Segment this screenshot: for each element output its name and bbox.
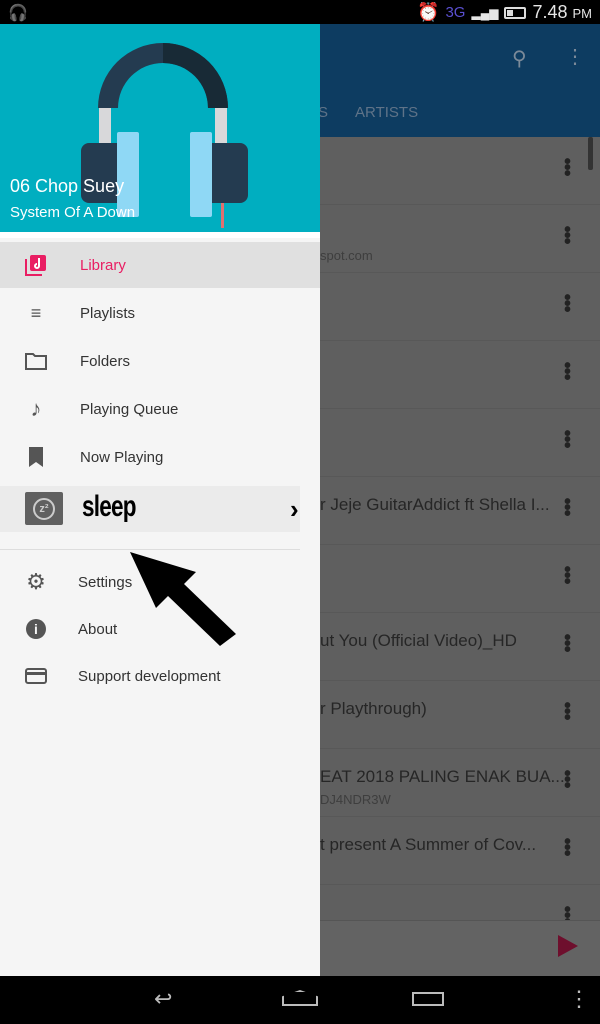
navigation-bar: ↩ ⋮ xyxy=(0,976,600,1024)
drawer-item-playing-queue[interactable]: ♪ Playing Queue xyxy=(0,386,320,432)
song-row[interactable]: ••• xyxy=(320,341,600,409)
drawer-item-label: Playing Queue xyxy=(80,400,179,418)
drawer-item-playlists[interactable]: ≡ Playlists xyxy=(0,290,320,336)
music-note-icon: ♪ xyxy=(30,396,42,421)
arrow-annotation-icon xyxy=(130,552,236,646)
chevron-right-icon[interactable]: › xyxy=(290,494,299,525)
search-icon[interactable]: ⚲ xyxy=(512,46,527,71)
song-menu-icon[interactable]: ••• xyxy=(564,152,571,184)
song-title: ut You (Official Video)_HD xyxy=(320,631,517,650)
header-divider xyxy=(0,232,320,238)
navigation-drawer: 06 Chop Suey System Of A Down Library ≡ … xyxy=(0,24,320,976)
signal-icon: ▂▄▆ xyxy=(471,5,499,20)
song-menu-icon[interactable]: ••• xyxy=(564,560,571,592)
gear-icon: ⚙ xyxy=(26,569,46,594)
more-options-icon[interactable]: ⋮ xyxy=(565,44,585,69)
song-row[interactable]: ••• xyxy=(320,545,600,613)
song-menu-icon[interactable]: ••• xyxy=(564,288,571,320)
song-title: r Jeje GuitarAddict ft Shella I... xyxy=(320,495,550,514)
sleep-icon: z² xyxy=(25,492,63,525)
info-icon: i xyxy=(24,617,48,641)
song-menu-icon[interactable]: ••• xyxy=(564,696,571,728)
song-list: • • • spot.com • • • • • • • • • • • • r Jeje Guita… xyxy=(320,137,600,953)
song-row[interactable]: r Playthrough) • • • xyxy=(320,681,600,749)
song-menu-icon[interactable]: ••• xyxy=(564,424,571,456)
drawer-item-label: Library xyxy=(80,256,126,274)
drawer-item-folders[interactable]: Folders xyxy=(0,338,320,384)
song-row[interactable]: t present A Summer of Cov... • • • xyxy=(320,817,600,885)
alarm-icon: ⏰ xyxy=(417,2,440,22)
folder-icon xyxy=(24,349,48,373)
recents-icon[interactable] xyxy=(412,992,444,1006)
battery-icon xyxy=(504,6,527,19)
app-toolbar: ⚲ ⋮ S ARTISTS xyxy=(318,24,600,137)
current-song-title: 06 Chop Suey xyxy=(10,176,125,196)
song-subtitle: DJ4NDR3W xyxy=(320,792,391,807)
drawer-item-label: Settings xyxy=(78,573,133,591)
bookmark-music-icon xyxy=(24,445,48,469)
drawer-item-label: Now Playing xyxy=(80,448,164,466)
song-title: r Playthrough) xyxy=(320,699,427,718)
song-menu-icon[interactable]: ••• xyxy=(564,764,571,796)
song-row[interactable]: r Jeje GuitarAddict ft Shella I... • • • xyxy=(320,477,600,545)
song-row[interactable]: spot.com • • • xyxy=(320,205,600,273)
song-title: t present A Summer of Cov... xyxy=(320,835,537,854)
song-row[interactable]: ••• xyxy=(320,273,600,341)
drawer-item-label: About xyxy=(78,620,118,638)
drawer-header[interactable]: 06 Chop Suey System Of A Down xyxy=(0,24,320,232)
song-menu-icon[interactable]: ••• xyxy=(564,628,571,660)
drawer-item-now-playing[interactable]: Now Playing xyxy=(0,434,320,480)
song-menu-icon[interactable]: ••• xyxy=(564,356,571,388)
song-row[interactable]: ••• xyxy=(320,409,600,477)
headphones-artwork-icon xyxy=(81,43,248,228)
scrollbar[interactable] xyxy=(588,137,593,170)
song-row[interactable]: EAT 2018 PALING ENAK BUA... DJ4NDR3W • • • xyxy=(320,749,600,817)
drawer-item-support-development[interactable]: Support development xyxy=(0,653,320,699)
play-icon[interactable] xyxy=(558,935,578,957)
song-subtitle: spot.com xyxy=(320,248,373,263)
time: 7.48 xyxy=(532,2,568,22)
headphones-icon: 🎧 xyxy=(8,5,28,22)
current-artist: System Of A Down xyxy=(10,204,136,221)
song-title: EAT 2018 PALING ENAK BUA... xyxy=(320,767,565,786)
credit-card-icon xyxy=(24,664,48,688)
ampm: PM xyxy=(572,6,593,21)
drawer-item-label: Support development xyxy=(78,667,221,685)
network-type: 3G xyxy=(445,4,466,21)
drawer-item-label: Folders xyxy=(80,352,131,370)
drawer-item-sleep[interactable]: z² sleep › xyxy=(0,486,300,532)
clock: 7.48 PM xyxy=(532,2,592,23)
playlist-icon: ≡ xyxy=(30,302,42,323)
home-icon[interactable] xyxy=(282,990,318,1006)
menu-icon[interactable]: ⋮ xyxy=(568,986,590,1012)
song-menu-icon[interactable]: ••• xyxy=(564,492,571,524)
back-icon[interactable]: ↩ xyxy=(154,986,172,1012)
drawer-item-library[interactable]: Library xyxy=(0,242,320,288)
song-menu-icon[interactable]: ••• xyxy=(564,832,571,864)
song-row[interactable]: ut You (Official Video)_HD • • • xyxy=(320,613,600,681)
tab-artists[interactable]: ARTISTS xyxy=(355,104,418,121)
sleep-label: sleep xyxy=(82,490,137,523)
library-music-icon xyxy=(24,253,48,277)
song-menu-icon[interactable]: ••• xyxy=(564,220,571,252)
song-row[interactable]: ••• xyxy=(320,137,600,205)
mini-player[interactable] xyxy=(320,920,600,976)
drawer-item-label: Playlists xyxy=(80,304,136,322)
status-bar: 🎧 ⏰ 3G ▂▄▆ 7.48 PM xyxy=(0,0,600,24)
